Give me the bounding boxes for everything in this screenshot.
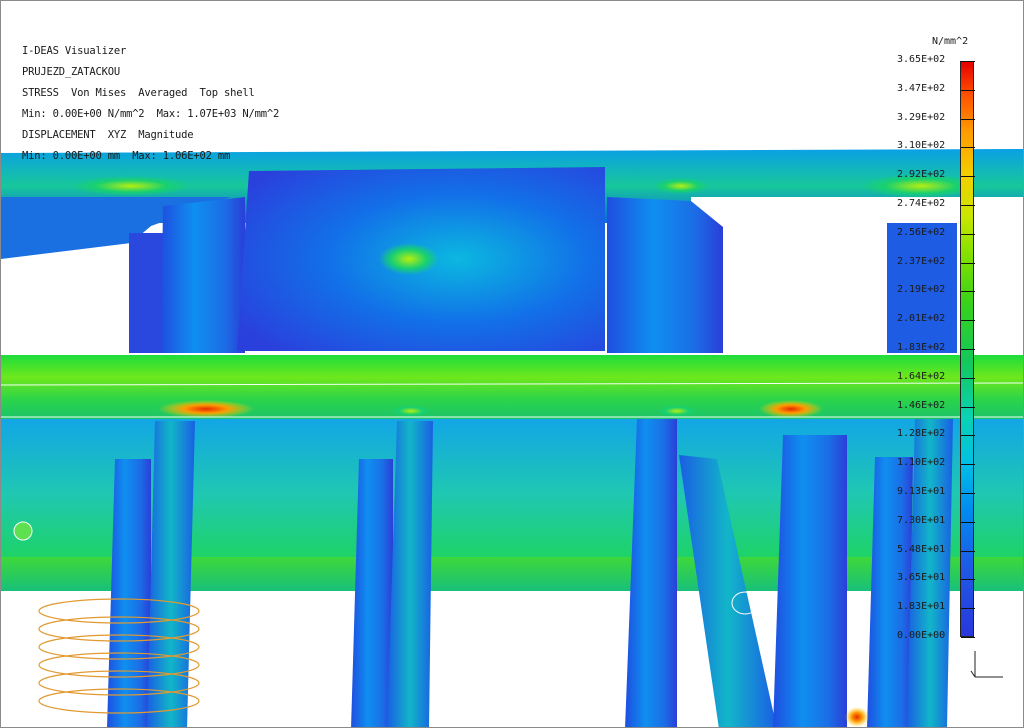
color-scale-tick — [961, 608, 975, 610]
legend-tick-label: 1.64E+02 — [897, 370, 946, 382]
legend-tick-label: 3.65E+02 — [897, 54, 946, 65]
color-scale-tick — [961, 377, 975, 379]
lower-post-2 — [147, 421, 195, 727]
axis-triad-icon — [970, 651, 1003, 678]
color-scale-tick — [961, 176, 975, 178]
legend-tick-label: 5.48E+01 — [897, 543, 946, 555]
color-scale-tick — [961, 291, 975, 293]
legend-tick-label: 1.10E+02 — [897, 457, 946, 469]
upper-bracket-right — [607, 197, 723, 353]
legend-tick-label: 1.83E+02 — [897, 342, 946, 353]
stress-result-label: STRESS Von Mises Averaged Top shell — [22, 87, 255, 99]
legend-tick-label: 2.19E+02 — [897, 284, 946, 296]
app-title: I-DEAS Visualizer — [22, 45, 127, 57]
legend-tick-label: 3.29E+02 — [897, 111, 946, 123]
legend-tick-label: 1.46E+02 — [897, 399, 946, 411]
color-scale-tick — [961, 464, 975, 466]
color-scale-tick — [961, 550, 975, 552]
legend-tick-label: 3.10E+02 — [897, 140, 946, 152]
legend-tick-label: 2.92E+02 — [897, 169, 946, 181]
lower-post-6 — [773, 435, 847, 727]
displacement-range-label: Min: 0.00E+00 mm Max: 1.06E+02 mm — [22, 150, 231, 162]
legend-tick-label: 0.00E+00 — [897, 630, 946, 641]
color-scale-tick — [961, 579, 975, 581]
legend-tick-label: 2.56E+02 — [897, 226, 946, 238]
color-scale-tick — [961, 521, 975, 523]
color-scale-tick — [961, 61, 975, 62]
stress-range-label: Min: 0.00E+00 N/mm^2 Max: 1.07E+03 N/mm^… — [22, 108, 280, 120]
legend-tick-label: 2.74E+02 — [897, 198, 946, 209]
color-scale-tick — [961, 262, 975, 264]
color-scale-tick — [961, 118, 975, 120]
legend-tick-label: 1.83E+01 — [897, 601, 946, 613]
color-scale-tick — [961, 320, 975, 322]
model-name: PRUJEZD_ZATACKOU — [22, 66, 120, 78]
color-scale-tick — [961, 205, 975, 206]
color-scale-tick — [961, 147, 975, 149]
legend-tick-label: 3.65E+01 — [897, 572, 946, 584]
color-scale-tick — [961, 406, 975, 408]
legend-tick-label: 2.01E+02 — [897, 313, 946, 325]
upper-bracket-left — [161, 197, 245, 353]
legend-tick-label: 1.28E+02 — [897, 428, 946, 440]
legend-tick-label: 3.47E+02 — [897, 82, 946, 94]
main-beam — [1, 355, 1023, 419]
color-scale-tick — [961, 233, 975, 235]
graphics-viewport[interactable]: I-DEAS Visualizer PRUJEZD_ZATACKOU STRES… — [0, 0, 1024, 728]
color-scale-tick — [961, 89, 975, 91]
color-scale-tick — [961, 637, 975, 638]
displacement-result-label: DISPLACEMENT XYZ Magnitude — [22, 129, 194, 141]
color-scale-bar — [960, 61, 975, 638]
legend-tick-label: 9.13E+01 — [897, 486, 946, 497]
legend-tick-label: 2.37E+02 — [897, 255, 946, 267]
color-scale-tick — [961, 435, 975, 437]
lower-post-7 — [867, 457, 913, 727]
legend-tick-label: 7.30E+01 — [897, 514, 946, 526]
color-scale-tick — [961, 349, 975, 350]
color-scale-tick — [961, 493, 975, 494]
legend-unit-label: N/mm^2 — [932, 36, 969, 47]
